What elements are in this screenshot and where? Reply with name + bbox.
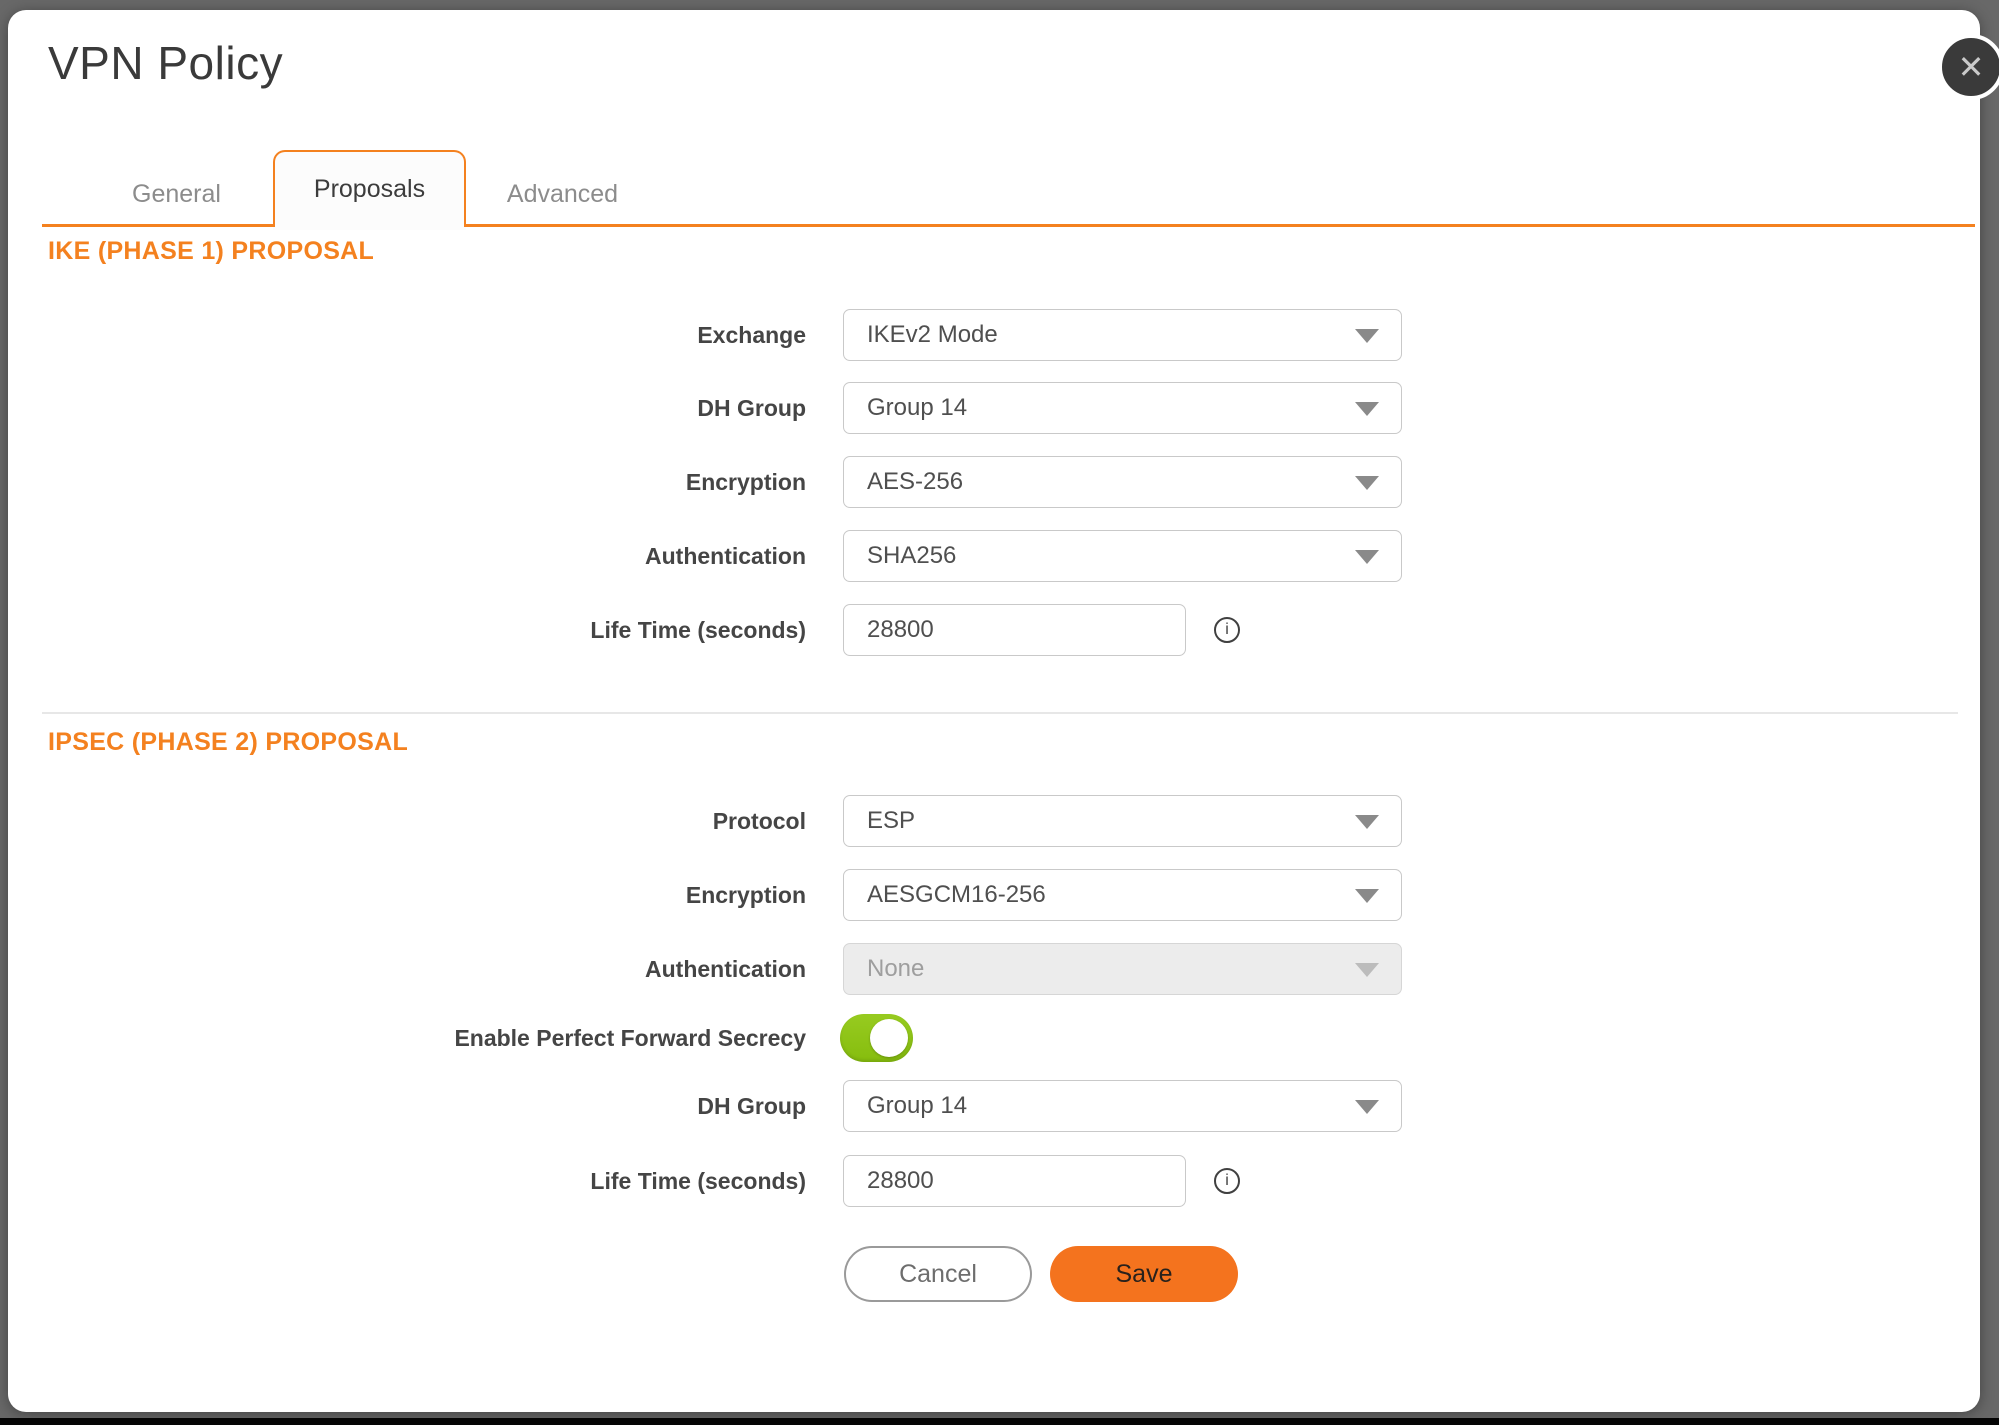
tab-general[interactable]: General [80,161,273,227]
authentication-phase1-value: SHA256 [867,542,956,570]
lifetime-phase1-input[interactable] [843,604,1186,656]
chevron-down-icon [1355,476,1379,490]
form-row-authentication-phase2: Authentication None [42,943,1946,995]
tab-general-label: General [132,180,221,209]
cancel-button[interactable]: Cancel [844,1246,1032,1302]
info-icon[interactable]: i [1214,617,1240,643]
form-row-dh-group-phase2: DH Group Group 14 [42,1080,1946,1132]
encryption-phase1-label: Encryption [42,469,806,496]
tab-proposals-label: Proposals [314,175,425,204]
authentication-phase2-select: None [843,943,1402,995]
encryption-phase1-value: AES-256 [867,468,963,496]
protocol-select[interactable]: ESP [843,795,1402,847]
encryption-phase2-value: AESGCM16-256 [867,881,1046,909]
form-row-encryption-phase2: Encryption AESGCM16-256 [42,869,1946,921]
lifetime-phase2-label: Life Time (seconds) [42,1168,806,1195]
close-icon: ✕ [1958,51,1985,83]
pfs-toggle[interactable] [840,1014,913,1062]
dh-group-phase1-value: Group 14 [867,394,967,422]
dh-group-phase1-label: DH Group [42,395,806,422]
chevron-down-icon [1355,963,1379,977]
form-row-authentication-phase1: Authentication SHA256 [42,530,1946,582]
encryption-phase2-label: Encryption [42,882,806,909]
chevron-down-icon [1355,889,1379,903]
chevron-down-icon [1355,550,1379,564]
authentication-phase2-label: Authentication [42,956,806,983]
authentication-phase1-select[interactable]: SHA256 [843,530,1402,582]
authentication-phase2-value: None [867,955,924,983]
authentication-phase1-label: Authentication [42,543,806,570]
form-row-protocol: Protocol ESP [42,795,1946,847]
tab-proposals[interactable]: Proposals [273,150,466,227]
lifetime-phase2-input[interactable] [843,1155,1186,1207]
toggle-knob [870,1019,908,1057]
form-row-lifetime-phase2: Life Time (seconds) i [42,1155,1946,1207]
save-button[interactable]: Save [1050,1246,1238,1302]
dh-group-phase2-label: DH Group [42,1093,806,1120]
tab-advanced-label: Advanced [507,180,618,209]
form-row-exchange: Exchange IKEv2 Mode [42,309,1946,361]
section-heading-ipsec-phase2: IPSEC (PHASE 2) PROPOSAL [48,728,408,757]
info-glyph: i [1225,621,1229,639]
lifetime-phase1-label: Life Time (seconds) [42,617,806,644]
encryption-phase1-select[interactable]: AES-256 [843,456,1402,508]
encryption-phase2-select[interactable]: AESGCM16-256 [843,869,1402,921]
chevron-down-icon [1355,815,1379,829]
form-row-perfect-forward-secrecy: Enable Perfect Forward Secrecy [42,1012,1946,1064]
form-row-dh-group-phase1: DH Group Group 14 [42,382,1946,434]
tab-bar: General Proposals Advanced [42,150,1975,227]
chevron-down-icon [1355,402,1379,416]
protocol-value: ESP [867,807,915,835]
page-title: VPN Policy [48,36,283,90]
screen-bottom-edge [0,1418,1999,1425]
chevron-down-icon [1355,1100,1379,1114]
tab-advanced[interactable]: Advanced [466,161,659,227]
pfs-label: Enable Perfect Forward Secrecy [42,1025,806,1052]
exchange-value: IKEv2 Mode [867,321,998,349]
info-icon[interactable]: i [1214,1168,1240,1194]
dh-group-phase1-select[interactable]: Group 14 [843,382,1402,434]
exchange-label: Exchange [42,322,806,349]
chevron-down-icon [1355,329,1379,343]
dh-group-phase2-select[interactable]: Group 14 [843,1080,1402,1132]
section-divider [42,712,1958,714]
protocol-label: Protocol [42,808,806,835]
info-glyph: i [1225,1172,1229,1190]
exchange-select[interactable]: IKEv2 Mode [843,309,1402,361]
close-button[interactable]: ✕ [1938,34,1999,100]
form-row-lifetime-phase1: Life Time (seconds) i [42,604,1946,656]
dh-group-phase2-value: Group 14 [867,1092,967,1120]
section-heading-ike-phase1: IKE (PHASE 1) PROPOSAL [48,237,374,266]
vpn-policy-dialog: VPN Policy General Proposals Advanced IK… [8,10,1980,1412]
form-row-encryption-phase1: Encryption AES-256 [42,456,1946,508]
